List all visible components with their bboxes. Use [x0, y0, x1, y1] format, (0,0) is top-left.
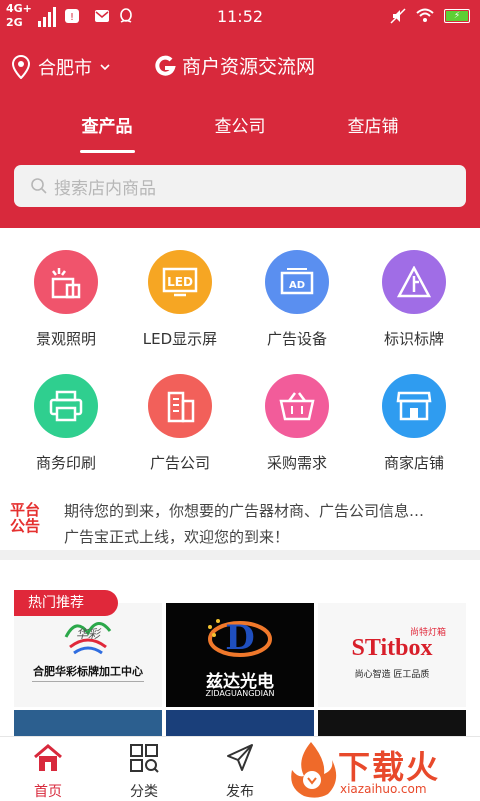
building-lights-icon [34, 250, 98, 314]
tab-label: 分类 [130, 784, 158, 800]
tile-sub: ZIDAGUANGDIAN [205, 689, 275, 698]
clock: 11:52 [216, 7, 264, 26]
chevron-down-icon [100, 64, 110, 71]
location-selector[interactable]: 合肥市 [12, 54, 110, 80]
search-input[interactable]: 搜索店内商品 [14, 165, 466, 207]
battery-icon: ⚡ [444, 9, 470, 23]
tile-sub: 尚心智造 匠工品质 [354, 670, 430, 680]
active-tab-indicator [80, 150, 135, 153]
tab-category[interactable]: 分类 [112, 743, 176, 801]
category-business-printing[interactable]: 商务印刷 [6, 374, 126, 473]
tile-sub: 华彩 [75, 627, 100, 641]
category-icon [130, 744, 159, 773]
category-led-screen[interactable]: LED LED显示屏 [120, 250, 240, 349]
category-label: 景观照明 [35, 330, 96, 348]
category-label: 商家店铺 [383, 454, 444, 472]
svg-text:D: D [225, 618, 254, 658]
tab-home[interactable]: 首页 [16, 743, 80, 801]
category-ad-equipment[interactable]: AD 广告设备 [237, 250, 357, 349]
category-landscape-lighting[interactable]: 景观照明 [6, 250, 126, 349]
recommend-tile-next[interactable] [14, 710, 162, 736]
category-grid: 景观照明 LED LED显示屏 AD 广告设备 标识标牌 商务印刷 广告公司 采… [0, 236, 480, 486]
location-city: 合肥市 [38, 58, 92, 79]
search-placeholder: 搜索店内商品 [54, 178, 156, 199]
hot-recommend-badge: 热门推荐 [14, 590, 118, 616]
tab-companies[interactable]: 查公司 [180, 112, 300, 137]
brand: 商户资源交流网 [154, 52, 315, 79]
search-tabs: 查产品 查公司 查店铺 [0, 112, 480, 152]
home-icon [34, 744, 62, 771]
watermark-url: xiazaihuo.com [340, 782, 427, 796]
tab-shops[interactable]: 查店铺 [313, 112, 433, 137]
basket-icon [265, 374, 329, 438]
platform-notice[interactable]: 平台 公告 期待您的到来，你想要的广告器材商、广告公司信息… 广告宝正式上线，欢… [0, 488, 480, 548]
tile-title: 合肥华彩标牌加工中心 [33, 665, 143, 678]
category-label: LED显示屏 [142, 330, 218, 348]
tab-publish[interactable]: 发布 [208, 743, 272, 801]
huacai-logo-icon [64, 622, 112, 655]
header: 合肥市 商户资源交流网 查产品 查公司 查店铺 搜索店内商品 [0, 34, 480, 228]
notice-badge: 平台 公告 [10, 501, 41, 535]
category-merchant-shop[interactable]: 商家店铺 [354, 374, 474, 473]
category-label: 采购需求 [266, 454, 327, 472]
category-label: 标识标牌 [383, 330, 444, 348]
svg-text:AD: AD [289, 280, 305, 291]
recommend-tile-next[interactable] [318, 710, 466, 736]
recommend-tile[interactable]: D 兹达光电 ZIDAGUANGDIAN [166, 603, 314, 707]
tab-label: 首页 [34, 784, 62, 800]
notice-line-1: 期待您的到来，你想要的广告器材商、广告公司信息… [64, 502, 425, 520]
mute-icon [390, 8, 406, 24]
location-pin-icon [12, 55, 30, 79]
send-icon [227, 744, 253, 771]
category-signage[interactable]: 标识标牌 [354, 250, 474, 349]
recommend-tile[interactable]: 尚特灯箱 STitbox 尚心智造 匠工品质 [318, 603, 466, 707]
printer-icon [34, 374, 98, 438]
recommend-tile[interactable]: 华彩 合肥华彩标牌加工中心 [14, 603, 162, 707]
storefront-icon [382, 374, 446, 438]
section-divider [0, 550, 480, 560]
search-icon [31, 178, 47, 194]
ad-board-icon: AD [265, 250, 329, 314]
hot-recommend-section: 热门推荐 华彩 合肥华彩标牌加工中心 D 兹达光电 ZIDAGUANGDIAN … [0, 560, 480, 736]
tab-label: 发布 [226, 784, 254, 800]
category-label: 商务印刷 [35, 454, 96, 472]
notice-line-2: 广告宝正式上线，欢迎您的到来！ [64, 528, 290, 546]
tab-products[interactable]: 查产品 [47, 112, 167, 137]
category-ad-company[interactable]: 广告公司 [120, 374, 240, 473]
svg-text:LED: LED [167, 275, 193, 289]
flame-logo-icon [291, 742, 337, 798]
office-building-icon [148, 374, 212, 438]
tile-title: STitbox [351, 635, 433, 661]
category-label: 广告公司 [149, 454, 210, 472]
status-bar: 4G+ 2G ! 11:52 ⚡ [0, 0, 480, 34]
led-screen-icon: LED [148, 250, 212, 314]
wifi-icon [416, 8, 434, 22]
brand-name: 商户资源交流网 [182, 56, 316, 78]
brand-logo-icon [155, 55, 176, 76]
category-label: 广告设备 [266, 330, 327, 348]
tile-rule [32, 681, 144, 682]
recommend-tile-next[interactable] [166, 710, 314, 736]
watermark: 下载火 xiazaihuo.com [282, 738, 480, 800]
sign-triangle-icon [382, 250, 446, 314]
category-purchase-demand[interactable]: 采购需求 [237, 374, 357, 473]
